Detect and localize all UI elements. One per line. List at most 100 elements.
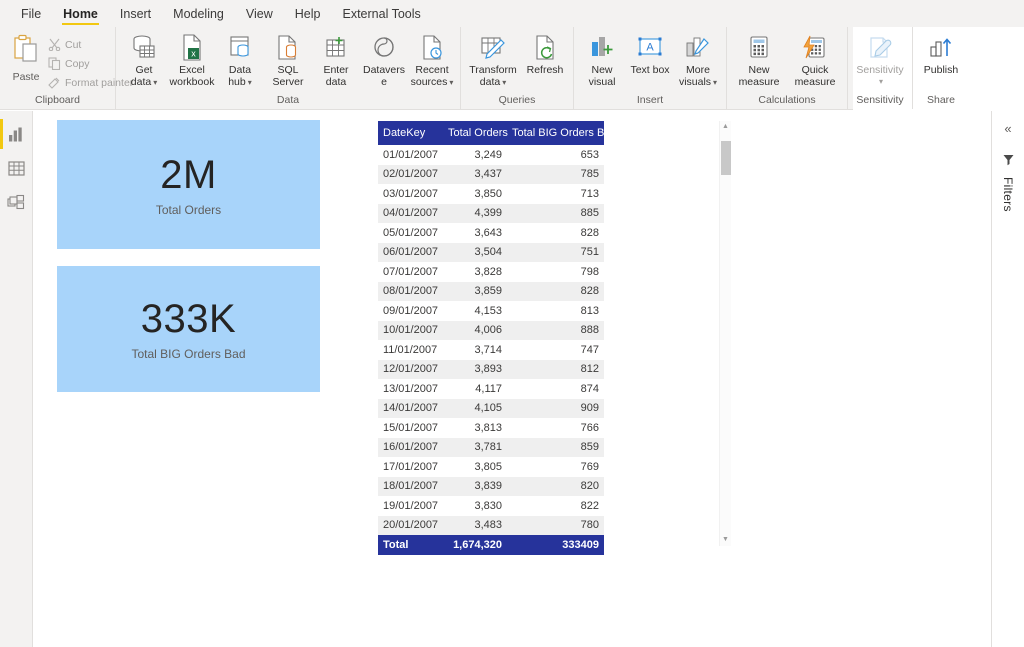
chevron-down-icon[interactable]: ▾: [502, 78, 506, 87]
table-row[interactable]: 05/01/2007 3,643 828: [378, 223, 604, 243]
sql-server-button[interactable]: SQL Server: [264, 30, 312, 88]
total-label: Total: [378, 535, 443, 555]
text-box-button[interactable]: A Text box: [626, 30, 674, 77]
table-row[interactable]: 12/01/2007 3,893 812: [378, 359, 604, 379]
quick-measure-button[interactable]: Quick measure: [787, 30, 843, 88]
paste-icon: [12, 34, 40, 69]
sensitivity-button[interactable]: Sensitivity ▾: [852, 30, 908, 86]
get-data-button[interactable]: Get data ▾: [120, 30, 168, 88]
table-cell: 12/01/2007: [378, 359, 443, 379]
new-measure-icon: [747, 33, 771, 63]
scroll-down-arrow-icon[interactable]: ▼: [722, 534, 729, 546]
chevron-down-icon[interactable]: ▾: [248, 78, 252, 87]
text-box-icon: A: [637, 33, 663, 63]
table-cell: 766: [507, 418, 604, 438]
filters-pane-collapsed[interactable]: « Filters: [991, 111, 1024, 647]
excel-workbook-icon: x: [180, 33, 204, 63]
table-visual[interactable]: DateKey Total Orders Total BIG Orders Ba…: [378, 121, 617, 555]
chevron-down-icon[interactable]: ▾: [713, 78, 717, 87]
table-cell: 15/01/2007: [378, 418, 443, 438]
copy-label: Copy: [65, 57, 90, 70]
sql-server-label: SQL Server: [272, 64, 304, 88]
column-header-total-big-orders-bad[interactable]: Total BIG Orders Bad: [507, 121, 617, 145]
table-row[interactable]: 02/01/2007 3,437 785: [378, 164, 604, 184]
table-cell: 3,828: [443, 262, 507, 282]
chevron-down-icon: ▾: [878, 76, 883, 86]
table-row[interactable]: 11/01/2007 3,714 747: [378, 340, 604, 360]
tab-modeling[interactable]: Modeling: [162, 7, 235, 26]
table-row[interactable]: 16/01/2007 3,781 859: [378, 437, 604, 457]
refresh-button[interactable]: Refresh: [521, 30, 569, 77]
table-row[interactable]: 10/01/2007 4,006 888: [378, 320, 604, 340]
table-cell: 813: [507, 301, 604, 321]
card-visual-total-big-orders-bad[interactable]: 333K Total BIG Orders Bad: [57, 266, 320, 392]
table-total-row: Total 1,674,320 333409: [378, 535, 604, 555]
ribbon-group-calculations: New measure Quick measure Calculations: [727, 27, 848, 109]
table-cell: 885: [507, 203, 604, 223]
table-row[interactable]: 13/01/2007 4,117 874: [378, 379, 604, 399]
column-header-datekey[interactable]: DateKey: [378, 121, 443, 145]
scrollbar-track[interactable]: [720, 133, 731, 534]
chevron-down-icon[interactable]: ▾: [153, 78, 157, 87]
table-row[interactable]: 04/01/2007 4,399 885: [378, 203, 604, 223]
table-row[interactable]: 09/01/2007 4,153 813: [378, 301, 604, 321]
dataverse-button[interactable]: Dataverse: [360, 30, 408, 88]
column-header-total-orders[interactable]: Total Orders: [443, 121, 508, 145]
table-cell: 17/01/2007: [378, 457, 443, 477]
tab-home[interactable]: Home: [52, 7, 109, 26]
scroll-up-arrow-icon[interactable]: ▲: [722, 121, 729, 133]
table-cell: 3,483: [443, 515, 507, 535]
sidebar-item-model-view[interactable]: [0, 185, 32, 219]
new-visual-button[interactable]: New visual: [578, 30, 626, 88]
svg-text:A: A: [646, 42, 654, 54]
excel-workbook-button[interactable]: x Excel workbook: [168, 30, 216, 88]
table-cell: 859: [507, 437, 604, 457]
new-measure-button[interactable]: New measure: [731, 30, 787, 88]
chevron-down-icon[interactable]: ▾: [449, 78, 453, 87]
recent-sources-button[interactable]: Recent sources ▾: [408, 30, 456, 88]
table-row[interactable]: 20/01/2007 3,483 780: [378, 515, 604, 535]
table-row[interactable]: 18/01/2007 3,839 820: [378, 476, 604, 496]
total-big-orders-bad-value: 333409: [507, 535, 604, 555]
more-visuals-button[interactable]: More visuals ▾: [674, 30, 722, 88]
table-cell: 14/01/2007: [378, 398, 443, 418]
transform-data-button[interactable]: Transform data ▾: [465, 30, 521, 88]
tab-help[interactable]: Help: [284, 7, 332, 26]
report-view-icon: [8, 127, 22, 141]
refresh-icon: [533, 33, 557, 63]
refresh-label: Refresh: [526, 64, 564, 76]
expand-pane-icon[interactable]: «: [1004, 121, 1011, 137]
get-data-icon: [131, 33, 157, 63]
table-row[interactable]: 19/01/2007 3,830 822: [378, 496, 604, 516]
scrollbar-thumb[interactable]: [721, 141, 731, 175]
calculations-group-label: Calculations: [758, 94, 816, 106]
card-value: 2M: [160, 152, 217, 197]
tab-file[interactable]: File: [10, 7, 52, 26]
sidebar-item-data-view[interactable]: [0, 151, 32, 185]
table-row[interactable]: 01/01/2007 3,249 653: [378, 145, 604, 165]
transform-data-label: Transform data ▾: [469, 64, 517, 88]
table-row[interactable]: 07/01/2007 3,828 798: [378, 262, 604, 282]
table-vertical-scrollbar[interactable]: ▲ ▼: [719, 121, 731, 546]
tab-external-tools[interactable]: External Tools: [331, 7, 431, 26]
report-canvas[interactable]: 2M Total Orders 333K Total BIG Orders Ba…: [33, 111, 991, 647]
sidebar-item-report-view[interactable]: [0, 117, 32, 151]
card-visual-total-orders[interactable]: 2M Total Orders: [57, 120, 320, 249]
table-row[interactable]: 06/01/2007 3,504 751: [378, 242, 604, 262]
tab-view[interactable]: View: [235, 7, 284, 26]
table-row[interactable]: 14/01/2007 4,105 909: [378, 398, 604, 418]
data-hub-button[interactable]: Data hub ▾: [216, 30, 264, 88]
paste-button[interactable]: Paste: [4, 30, 48, 92]
publish-button[interactable]: Publish: [917, 30, 965, 77]
table-cell: 09/01/2007: [378, 301, 443, 321]
table-row[interactable]: 15/01/2007 3,813 766: [378, 418, 604, 438]
enter-data-button[interactable]: Enter data: [312, 30, 360, 88]
get-data-label: Get data ▾: [130, 64, 158, 88]
filter-funnel-icon[interactable]: [1002, 153, 1015, 171]
card-caption: Total Orders: [155, 202, 222, 217]
tab-insert[interactable]: Insert: [109, 7, 162, 26]
table-row[interactable]: 03/01/2007 3,850 713: [378, 184, 604, 204]
data-group-label: Data: [276, 94, 300, 106]
table-row[interactable]: 08/01/2007 3,859 828: [378, 281, 604, 301]
table-row[interactable]: 17/01/2007 3,805 769: [378, 457, 604, 477]
